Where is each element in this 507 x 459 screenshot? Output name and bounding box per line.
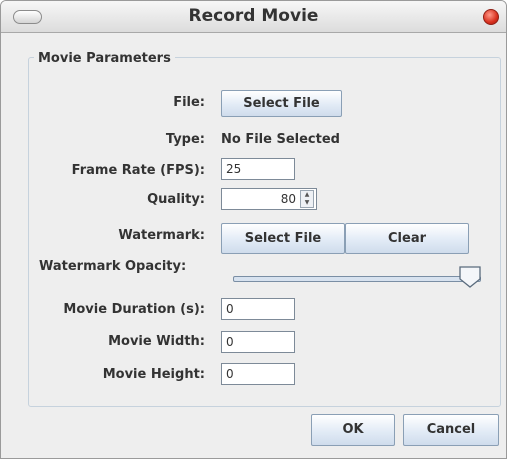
movie-width-label: Movie Width:: [108, 334, 205, 349]
opacity-slider-thumb[interactable]: [459, 266, 481, 288]
quality-spinner[interactable]: ▲ ▼: [300, 190, 314, 208]
watermark-select-file-button[interactable]: Select File: [221, 223, 345, 254]
watermark-clear-button[interactable]: Clear: [345, 223, 469, 254]
quality-label: Quality:: [147, 192, 205, 207]
cancel-button[interactable]: Cancel: [403, 414, 499, 446]
watermark-opacity-label: Watermark Opacity:: [39, 259, 187, 274]
frame-rate-label: Frame Rate (FPS):: [71, 163, 205, 178]
movie-duration-label: Movie Duration (s):: [63, 302, 205, 317]
watermark-label: Watermark:: [118, 228, 205, 243]
record-movie-dialog: Record Movie Movie Parameters File: Sele…: [0, 0, 507, 459]
select-file-button[interactable]: Select File: [221, 90, 342, 117]
type-value: No File Selected: [221, 132, 340, 147]
spin-down-icon[interactable]: ▼: [301, 199, 313, 207]
close-icon[interactable]: [483, 9, 499, 25]
movie-width-field[interactable]: [221, 331, 295, 353]
type-label: Type:: [165, 132, 205, 147]
ok-button[interactable]: OK: [311, 414, 395, 446]
movie-height-label: Movie Height:: [102, 367, 205, 382]
file-label: File:: [173, 95, 205, 110]
frame-rate-field[interactable]: [221, 158, 295, 180]
movie-duration-field[interactable]: [221, 298, 295, 320]
group-title: Movie Parameters: [34, 51, 175, 66]
window-title: Record Movie: [188, 6, 319, 26]
spin-up-icon[interactable]: ▲: [301, 191, 313, 199]
title-bar[interactable]: Record Movie: [1, 1, 506, 33]
movie-height-field[interactable]: [221, 363, 295, 385]
opacity-slider-track[interactable]: [233, 276, 481, 282]
